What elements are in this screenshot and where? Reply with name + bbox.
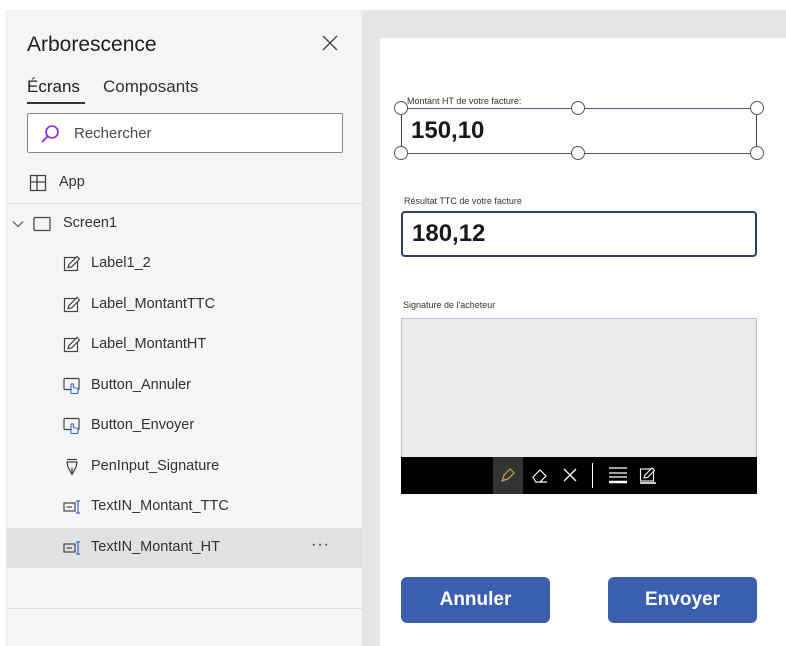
text-input-icon — [63, 541, 80, 555]
thickness-icon — [609, 467, 627, 484]
pen-icon — [501, 468, 515, 482]
label-resultat-ttc: Résultat TTC de votre facture — [404, 196, 522, 206]
resize-handle-top-right[interactable] — [750, 101, 764, 115]
eraser-icon — [532, 469, 547, 483]
resize-handle-bottom-left[interactable] — [394, 146, 408, 160]
search-box — [27, 113, 343, 153]
montant-ttc-input[interactable] — [401, 211, 757, 257]
tree-item-label: Label1_2 — [91, 255, 151, 271]
label-edit-icon — [63, 255, 81, 272]
search-icon — [41, 125, 59, 143]
tab-components[interactable]: Composants — [103, 77, 198, 97]
more-options-button[interactable]: ··· — [311, 536, 330, 554]
tree-item-label: Screen1 — [63, 215, 118, 231]
close-panel-button[interactable] — [319, 32, 341, 54]
clear-icon — [563, 468, 577, 482]
toolbar-separator — [592, 463, 593, 488]
pen-nib-icon — [66, 458, 78, 476]
eraser-tool-button[interactable] — [525, 457, 555, 494]
resize-handle-top-left[interactable] — [394, 101, 408, 115]
resize-handle-bottom-right[interactable] — [750, 146, 764, 160]
cancel-button[interactable]: Annuler — [401, 577, 550, 623]
divider — [7, 608, 363, 609]
button-click-icon — [63, 377, 80, 395]
send-button[interactable]: Envoyer — [608, 577, 757, 623]
tree-item-button-envoyer[interactable]: Button_Envoyer — [7, 406, 363, 446]
tree-item-label: Label_MontantTTC — [91, 296, 216, 312]
active-tab-indicator — [27, 102, 85, 104]
pen-color-icon — [639, 467, 656, 484]
tree-item-label: TextIN_Montant_TTC — [91, 498, 229, 514]
tree-item-peninput-signature[interactable]: PenInput_Signature — [7, 447, 363, 487]
label-edit-icon — [63, 296, 81, 313]
tree-item-label: TextIN_Montant_HT — [91, 539, 220, 555]
app-grid-icon — [29, 174, 47, 192]
tree-item-label: PenInput_Signature — [91, 458, 220, 474]
label-edit-icon — [63, 336, 81, 353]
resize-handle-top-center[interactable] — [571, 101, 585, 115]
chevron-down-icon[interactable] — [11, 217, 25, 231]
tree-item-label: Button_Envoyer — [91, 417, 195, 433]
tree-item-textin-montant-ttc[interactable]: TextIN_Montant_TTC — [7, 487, 363, 527]
search-input[interactable] — [74, 114, 334, 152]
resize-handle-bottom-center[interactable] — [571, 146, 585, 160]
tree-item-label: App — [59, 174, 85, 190]
close-icon — [322, 35, 338, 51]
panel-title: Arborescence — [27, 33, 157, 56]
tree-item-screen1[interactable]: Screen1 — [7, 204, 363, 244]
tree-view-panel: Arborescence Écrans Composants App Scree… — [6, 10, 363, 646]
tree-item-label: Label_MontantHT — [91, 336, 207, 352]
tree-item-textin-montant-ht[interactable]: TextIN_Montant_HT ··· — [7, 528, 363, 568]
tree-item-label-montant-ttc[interactable]: Label_MontantTTC — [7, 285, 363, 325]
pen-toolbar — [401, 457, 757, 494]
clear-tool-button[interactable] — [555, 457, 585, 494]
label-montant-ht: Montant HT de votre facture: — [407, 96, 522, 106]
tree-item-app[interactable]: App — [7, 163, 363, 203]
tree-item-label: Button_Annuler — [91, 377, 191, 393]
tab-screens[interactable]: Écrans — [27, 77, 80, 97]
button-click-icon — [63, 417, 80, 435]
tree-item-button-annuler[interactable]: Button_Annuler — [7, 366, 363, 406]
line-thickness-button[interactable] — [602, 457, 632, 494]
text-input-icon — [63, 500, 80, 514]
pen-tool-button[interactable] — [493, 457, 523, 494]
pen-color-button[interactable] — [633, 457, 663, 494]
label-signature: Signature de l'acheteur — [403, 300, 496, 310]
screen-icon — [33, 216, 51, 232]
tree-item-label-montant-ht[interactable]: Label_MontantHT — [7, 325, 363, 365]
tree-item-label1-2[interactable]: Label1_2 — [7, 244, 363, 284]
